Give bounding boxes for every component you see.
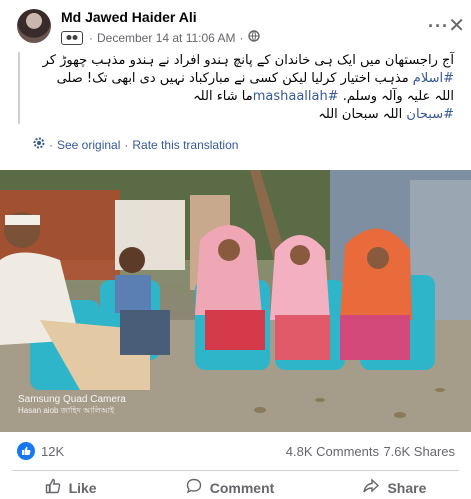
separator: ·	[89, 30, 93, 45]
post-text-line: #اسلام مذہب اختیار کرلیا لیکن کسی نے مبا…	[26, 70, 454, 88]
separator: ·	[124, 137, 129, 152]
post-text-fragment: اللہ سبحان اللہ	[318, 107, 407, 122]
action-bar: Like Comment Share	[0, 476, 471, 499]
like-count[interactable]: 12K	[41, 444, 64, 459]
author-name[interactable]: Md Jawed Haider Ali	[61, 9, 197, 25]
post-text: آج راجستھان میں ایک ہی خاندان کے پانچ ہن…	[18, 52, 454, 124]
share-label: Share	[387, 479, 427, 496]
share-count[interactable]: 7.6K Shares	[383, 444, 455, 459]
rate-translation-link[interactable]: Rate this translation	[132, 138, 238, 152]
globe-icon	[247, 30, 260, 45]
comment-count[interactable]: 4.8K Comments	[286, 444, 379, 459]
like-label: Like	[68, 479, 97, 496]
thumbs-up-icon	[17, 442, 35, 460]
divider	[12, 470, 459, 471]
post-text-fragment: مذہب اختیار کرلیا لیکن کسی نے مبارکباد ن…	[56, 71, 413, 86]
hashtag-link[interactable]: #mashaallah	[253, 89, 339, 104]
thumbs-up-icon	[45, 478, 61, 497]
post-text-fragment: اللہ علیہ وآلہ وسلم.	[338, 89, 454, 104]
post-text-fragment: ما شاء اللہ	[193, 89, 253, 104]
share-icon	[363, 478, 380, 497]
post-timestamp[interactable]: December 14 at 11:06 AM	[97, 31, 236, 45]
share-button[interactable]: Share	[363, 476, 426, 499]
like-button[interactable]: Like	[45, 476, 97, 499]
close-icon[interactable]: ✕	[448, 13, 465, 38]
translation-bar: · See original · Rate this translation	[33, 137, 238, 152]
separator: ·	[49, 137, 53, 152]
photo-scene	[0, 170, 471, 432]
post-meta: · December 14 at 11:06 AM ·	[61, 30, 260, 45]
post-header: Md Jawed Haider Ali · December 14 at 11:…	[0, 0, 471, 50]
post-photo[interactable]	[0, 170, 471, 432]
comment-icon	[186, 478, 202, 497]
comment-label: Comment	[209, 479, 275, 496]
separator: ·	[239, 30, 244, 45]
comment-button[interactable]: Comment	[186, 476, 275, 499]
camera-badge-icon	[61, 30, 83, 45]
hashtag-link[interactable]: #سبحان	[406, 107, 454, 122]
post-text-line: اللہ علیہ وآلہ وسلم. #mashaallahما شاء ا…	[26, 88, 454, 106]
avatar[interactable]	[17, 9, 51, 43]
post-text-line: #سبحان اللہ سبحان اللہ	[26, 106, 454, 124]
gear-icon	[33, 137, 45, 152]
photo-watermark-sub: Hasan aiob জাহিদ আলিআই	[18, 406, 115, 415]
more-options-icon[interactable]: ···	[428, 16, 449, 37]
hashtag-link[interactable]: #اسلام	[413, 71, 454, 86]
photo-watermark: Samsung Quad Camera	[18, 394, 126, 405]
reaction-stats: 12K 4.8K Comments 7.6K Shares	[0, 440, 471, 466]
post-text-line: آج راجستھان میں ایک ہی خاندان کے پانچ ہن…	[42, 53, 454, 68]
see-original-link[interactable]: See original	[57, 138, 120, 152]
